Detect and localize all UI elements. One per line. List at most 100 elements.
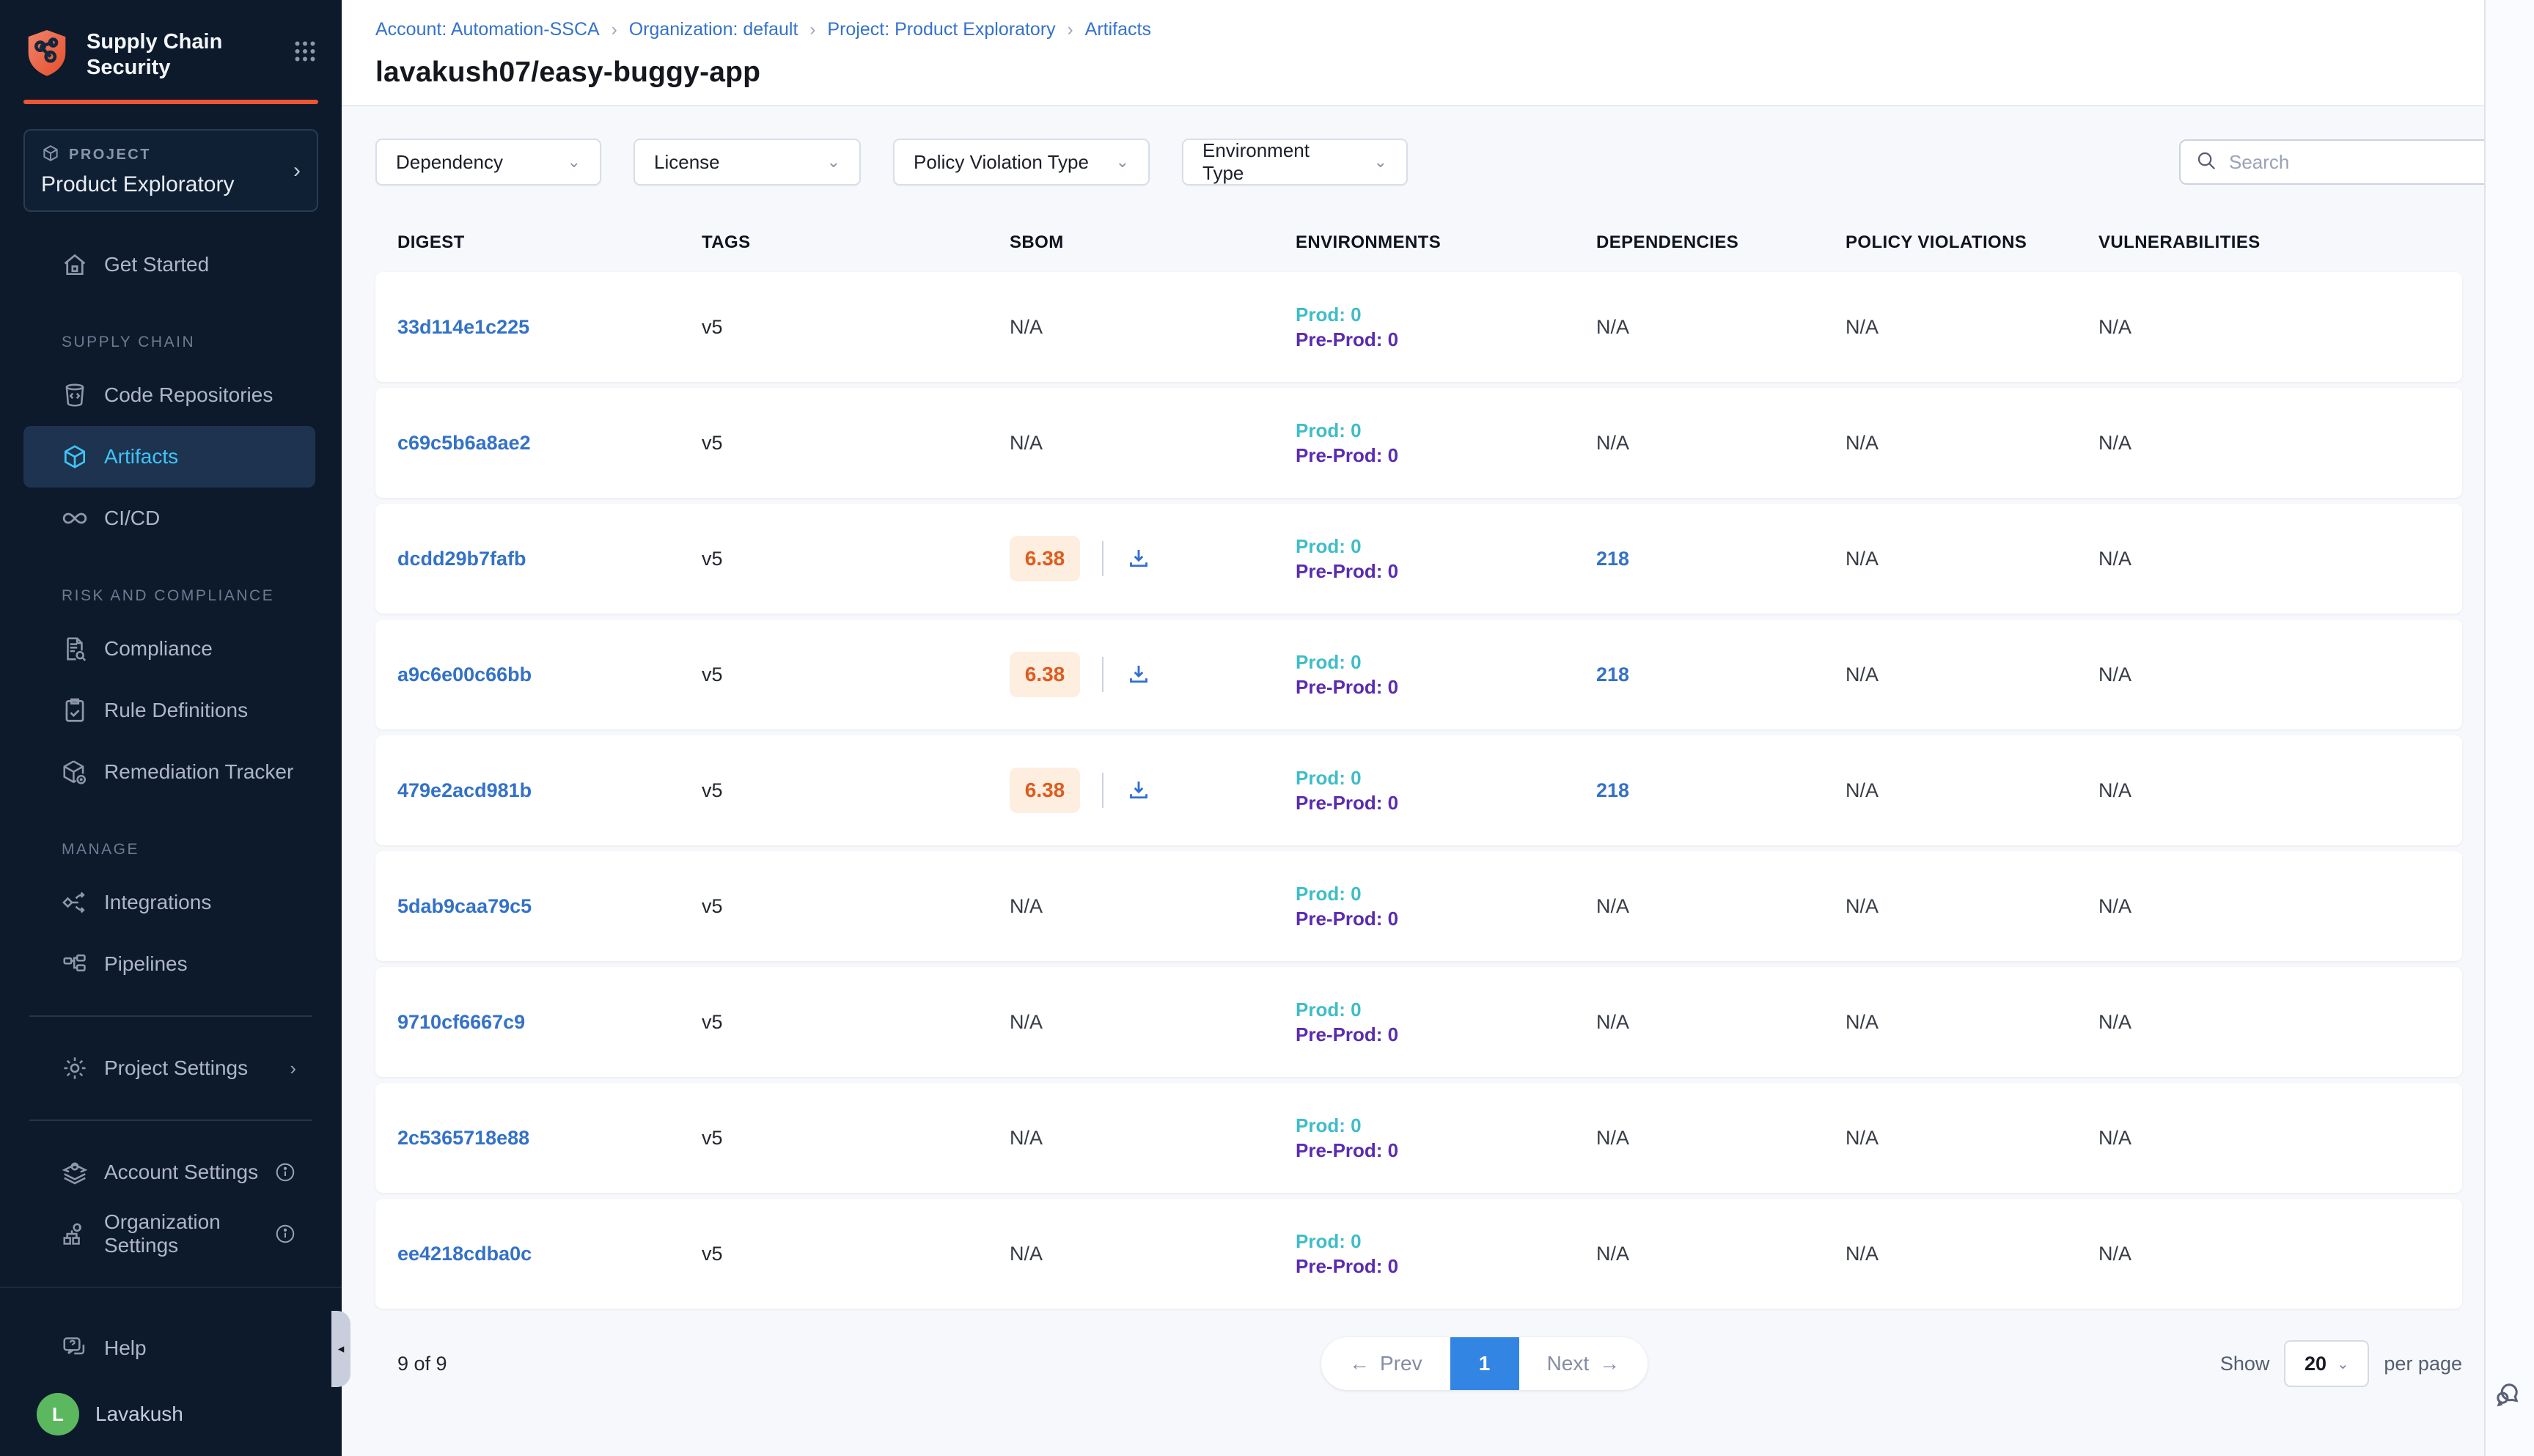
- digest-link[interactable]: 33d114e1c225: [397, 316, 529, 338]
- digest-link[interactable]: a9c6e00c66bb: [397, 663, 532, 685]
- digest-link[interactable]: dcdd29b7fafb: [397, 548, 526, 570]
- sidebar-item-rule-definitions[interactable]: Rule Definitions: [23, 680, 315, 741]
- tag-value: v5: [702, 548, 1010, 570]
- chevron-right-icon: ›: [293, 158, 301, 183]
- next-page-button[interactable]: Next →: [1519, 1337, 1648, 1390]
- download-sbom-icon[interactable]: [1125, 777, 1152, 804]
- sidebar-item-artifacts[interactable]: Artifacts: [23, 426, 315, 488]
- sidebar-item-label: Integrations: [104, 891, 211, 914]
- col-policy-violations: POLICY VIOLATIONS: [1846, 232, 2098, 253]
- sbom-score-badge[interactable]: 6.38: [1010, 536, 1080, 581]
- divider: [29, 1015, 312, 1017]
- breadcrumb-artifacts[interactable]: Artifacts: [1085, 19, 1151, 40]
- sidebar-item-label: Get Started: [104, 253, 209, 276]
- avatar: L: [37, 1393, 79, 1435]
- page-size-dropdown[interactable]: 20 ⌄: [2284, 1340, 2369, 1387]
- digest-link[interactable]: c69c5b6a8ae2: [397, 432, 531, 454]
- tag-value: v5: [702, 1011, 1010, 1034]
- dependencies-link[interactable]: 218: [1596, 779, 1629, 801]
- col-digest: DIGEST: [397, 232, 702, 253]
- policy-violation-type-filter-dropdown[interactable]: Policy Violation Type ⌄: [893, 139, 1150, 185]
- remediation-box-icon: [60, 757, 89, 787]
- sidebar-item-account-settings[interactable]: Account Settings: [23, 1141, 315, 1203]
- env-preprod: Pre-Prod: 0: [1296, 790, 1596, 815]
- sidebar-item-integrations[interactable]: Integrations: [23, 872, 315, 933]
- chevron-right-icon: ›: [1068, 20, 1073, 40]
- search-input[interactable]: [2229, 151, 2480, 174]
- prev-page-button[interactable]: ← Prev: [1321, 1337, 1450, 1390]
- breadcrumb-organization[interactable]: Organization: default: [629, 19, 798, 40]
- sidebar-item-compliance[interactable]: Compliance: [23, 618, 315, 680]
- vulnerabilities-value: N/A: [2098, 316, 2462, 339]
- digest-link[interactable]: 5dab9caa79c5: [397, 895, 532, 917]
- download-sbom-icon[interactable]: [1125, 545, 1152, 572]
- digest-link[interactable]: 479e2acd981b: [397, 779, 532, 801]
- tag-value: v5: [702, 1127, 1010, 1150]
- project-selector[interactable]: PROJECT Product Exploratory ›: [23, 129, 318, 212]
- table-header-row: DIGEST TAGS SBOM ENVIRONMENTS DEPENDENCI…: [375, 215, 2462, 272]
- sidebar-collapse-handle[interactable]: ◂: [331, 1311, 350, 1387]
- dependencies-value: N/A: [1596, 895, 1846, 918]
- dependencies-value: N/A: [1596, 1243, 1846, 1265]
- page-header: Account: Automation-SSCA › Organization:…: [342, 0, 2534, 106]
- divider: [0, 1287, 342, 1288]
- dependencies-link[interactable]: 218: [1596, 548, 1629, 570]
- main-content: Account: Automation-SSCA › Organization:…: [342, 0, 2534, 1456]
- download-sbom-icon[interactable]: [1125, 661, 1152, 688]
- dependencies-value: N/A: [1596, 1011, 1846, 1034]
- search-box: [2179, 139, 2496, 185]
- sidebar-item-pipelines[interactable]: Pipelines: [23, 933, 315, 995]
- chevron-down-icon: ⌄: [546, 152, 581, 172]
- infinity-icon: [60, 504, 89, 533]
- env-prod: Prod: 0: [1296, 534, 1596, 559]
- info-icon[interactable]: [274, 1161, 296, 1183]
- row-count: 9 of 9: [375, 1353, 447, 1375]
- info-icon[interactable]: [274, 1223, 296, 1245]
- license-filter-dropdown[interactable]: License ⌄: [634, 139, 861, 185]
- sbom-score-badge[interactable]: 6.38: [1010, 768, 1080, 813]
- dependency-filter-dropdown[interactable]: Dependency ⌄: [375, 139, 601, 185]
- policy-violations-value: N/A: [1846, 548, 2098, 570]
- env-preprod: Pre-Prod: 0: [1296, 906, 1596, 931]
- divider: [29, 1119, 312, 1121]
- vulnerabilities-value: N/A: [2098, 1127, 2462, 1150]
- tag-value: v5: [702, 316, 1010, 339]
- sbom-score-badge[interactable]: 6.38: [1010, 652, 1080, 697]
- breadcrumb-project[interactable]: Project: Product Exploratory: [827, 19, 1055, 40]
- sidebar-item-project-settings[interactable]: Project Settings ›: [23, 1037, 315, 1099]
- digest-link[interactable]: 9710cf6667c9: [397, 1011, 525, 1033]
- sidebar-item-cicd[interactable]: CI/CD: [23, 488, 315, 549]
- app-switcher-grid-icon[interactable]: [292, 38, 318, 68]
- vulnerabilities-value: N/A: [2098, 1011, 2462, 1034]
- filters-row: Dependency ⌄ License ⌄ Policy Violation …: [375, 139, 2534, 185]
- table-row: ee4218cdba0c v5 N/A Prod: 0 Pre-Prod: 0 …: [375, 1199, 2462, 1309]
- env-preprod: Pre-Prod: 0: [1296, 1022, 1596, 1047]
- sidebar-item-help[interactable]: Help: [23, 1317, 315, 1379]
- chevron-right-icon: ›: [612, 20, 617, 40]
- digest-link[interactable]: 2c5365718e88: [397, 1127, 529, 1149]
- dependencies-value: N/A: [1596, 432, 1846, 455]
- current-page-button[interactable]: 1: [1450, 1337, 1519, 1390]
- environment-type-filter-dropdown[interactable]: Environment Type ⌄: [1182, 139, 1408, 185]
- artifacts-cube-icon: [60, 442, 89, 471]
- chevron-down-icon: ⌄: [1094, 152, 1129, 172]
- user-menu[interactable]: L Lavakush: [0, 1379, 342, 1449]
- sbom-value: N/A: [1010, 1243, 1296, 1265]
- per-page-label: per page: [2384, 1353, 2462, 1375]
- sidebar-item-code-repositories[interactable]: Code Repositories: [23, 364, 315, 426]
- project-label: PROJECT: [69, 147, 151, 163]
- env-preprod: Pre-Prod: 0: [1296, 443, 1596, 468]
- sidebar-item-get-started[interactable]: Get Started: [23, 234, 315, 295]
- sbom-value: N/A: [1010, 895, 1296, 918]
- right-rail: [2484, 0, 2534, 1456]
- breadcrumb-account[interactable]: Account: Automation-SSCA: [375, 19, 600, 40]
- digest-link[interactable]: ee4218cdba0c: [397, 1243, 532, 1265]
- feedback-chat-icon[interactable]: [2491, 1376, 2525, 1413]
- sidebar-item-remediation-tracker[interactable]: Remediation Tracker: [23, 741, 315, 803]
- col-sbom: SBOM: [1010, 232, 1296, 253]
- sidebar-item-organization-settings[interactable]: Organization Settings: [23, 1203, 315, 1265]
- dependencies-link[interactable]: 218: [1596, 663, 1629, 685]
- env-preprod: Pre-Prod: 0: [1296, 327, 1596, 352]
- account-layers-gear-icon: [60, 1158, 89, 1187]
- sidebar-item-label: Pipelines: [104, 952, 188, 976]
